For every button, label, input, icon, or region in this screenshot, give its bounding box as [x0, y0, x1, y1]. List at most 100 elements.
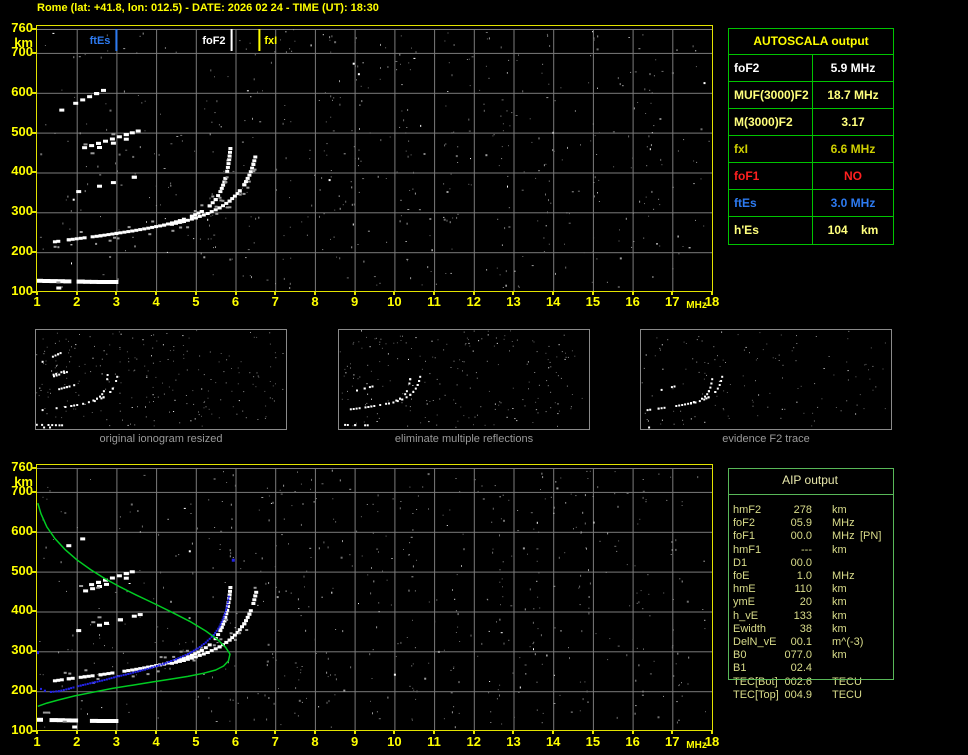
y-axis-tick — [31, 490, 36, 493]
autoscala-param-label: foF2 — [729, 55, 813, 81]
autoscala-row-M(3000)F2: M(3000)F2 3.17 — [729, 109, 893, 136]
autoscala-param-value: 104 km — [827, 223, 879, 237]
x-tick-label: 1 — [33, 734, 41, 749]
aip-row-DelN_vE: DelN_vE 00.1 m^(-3) — [728, 636, 892, 649]
aip-param-note: [PN] — [860, 530, 882, 543]
x-tick-label: 1 — [33, 294, 41, 309]
aip-param-value: 02.4 — [790, 662, 812, 675]
autoscala-param-value: 6.6 MHz — [830, 142, 876, 156]
y-tick-label: 500 — [11, 123, 33, 139]
autoscala-param-label: h'Es — [729, 217, 813, 244]
x-tick-label: 4 — [152, 294, 160, 309]
aip-param-unit: MHz — [832, 530, 855, 543]
marker-foF2-label: foF2 — [202, 35, 226, 47]
aip-param-label: ymE — [733, 596, 755, 609]
x-axis-tick — [671, 731, 674, 734]
aip-table-header: AIP output — [782, 473, 838, 487]
autoscala-row-fxI: fxI 6.6 MHz — [729, 136, 893, 163]
y-axis-tick — [31, 650, 36, 653]
y-axis-tick — [31, 570, 36, 573]
y-axis-tick — [31, 610, 36, 613]
aip-param-value: 1.0 — [796, 570, 812, 582]
y-tick-label: 600 — [11, 83, 33, 99]
x-tick-label: 9 — [351, 294, 359, 309]
x-axis-tick — [313, 731, 316, 734]
x-axis-tick — [313, 292, 316, 295]
aip-param-label: foF1 — [733, 530, 756, 543]
y-tick-label: 400 — [11, 163, 33, 179]
aip-row-D1: D1 00.0 — [728, 557, 892, 570]
autoscala-table-rows: foF2 5.9 MHz MUF(3000)F2 18.7 MHz M(3000)F2 3… — [729, 55, 893, 244]
aip-row-foF1: foF1 00.0 MHz [PN] — [728, 530, 892, 543]
aip-param-unit: m^(-3) — [832, 636, 864, 648]
x-axis-tick — [552, 292, 555, 295]
x-axis-tick — [512, 731, 515, 734]
x-axis-tick — [353, 731, 356, 734]
aip-param-label: h_vE — [733, 609, 759, 622]
autoscala-window: Rome (lat: +41.8, lon: 012.5) - DATE: 20… — [0, 0, 968, 755]
y-axis-unit-label: km — [14, 35, 33, 51]
aip-param-label: D1 — [733, 556, 748, 569]
x-axis-unit-label: MHz — [686, 740, 707, 751]
aip-row-B0: B0 077.0 km — [728, 649, 892, 662]
x-tick-label: 5 — [192, 294, 200, 309]
marker-ftEs-label: ftEs — [89, 35, 111, 47]
aip-param-label: B0 — [733, 649, 747, 662]
aip-row-hmF1: hmF1 --- km — [728, 544, 892, 557]
x-axis-tick — [36, 731, 38, 734]
autoscala-param-label: fxI — [729, 136, 813, 162]
aip-param-label: hmE — [733, 583, 756, 596]
x-axis-tick — [711, 731, 713, 734]
y-tick-label: 600 — [11, 522, 33, 538]
autoscala-param-label: M(3000)F2 — [729, 109, 813, 135]
y-axis-tick — [31, 91, 36, 94]
x-tick-label: 17 — [665, 294, 680, 309]
panel-canvas-1 — [339, 330, 583, 428]
y-tick-label: 300 — [11, 203, 33, 219]
x-tick-label: 10 — [387, 734, 402, 749]
aip-param-unit: TECU — [832, 675, 862, 688]
x-axis-tick — [393, 292, 396, 295]
x-tick-label: 6 — [231, 294, 240, 309]
y-axis-unit-label: km — [14, 474, 33, 490]
x-tick-label: 16 — [625, 294, 640, 309]
x-axis-tick — [512, 292, 515, 295]
x-axis-tick — [433, 731, 436, 734]
y-tick-label: 200 — [11, 243, 33, 259]
autoscala-row-MUF(3000)F2: MUF(3000)F2 18.7 MHz — [729, 82, 893, 109]
x-tick-label: 8 — [311, 294, 319, 309]
x-tick-label: 7 — [271, 734, 279, 749]
aip-param-value: 38 — [799, 622, 812, 635]
aip-param-unit: MHz — [832, 517, 855, 530]
aip-row-TEC[Bot]: TEC[Bot] 002.6 TECU — [728, 676, 892, 689]
x-tick-label: 7 — [271, 294, 279, 309]
aip-param-value: 00.0 — [790, 530, 812, 543]
x-tick-label: 2 — [73, 734, 81, 749]
y-axis-tick — [31, 530, 36, 533]
x-axis-tick — [155, 292, 158, 295]
x-axis-tick — [36, 292, 38, 295]
x-axis-tick — [552, 731, 555, 734]
x-axis-tick — [631, 292, 634, 295]
y-axis-tick — [31, 690, 36, 693]
x-tick-label: 12 — [466, 294, 481, 309]
aip-row-TEC[Top]: TEC[Top] 004.9 TECU — [728, 689, 892, 702]
x-tick-label: 17 — [665, 734, 680, 749]
x-axis-unit-label: MHz — [686, 300, 707, 311]
autoscala-param-value: 5.9 MHz — [830, 61, 876, 75]
x-axis-tick — [234, 731, 237, 734]
x-tick-label: 11 — [427, 294, 441, 309]
autoscala-output-table: AUTOSCALA output foF2 5.9 MHz MUF(3000)F2 1… — [728, 28, 894, 245]
autoscala-table-header: AUTOSCALA output — [729, 29, 893, 55]
aip-param-unit: km — [832, 649, 847, 662]
aip-row-foE: foE 1.0 MHz — [728, 570, 892, 583]
x-tick-label: 10 — [387, 294, 402, 309]
marker-fxI-label: fxI — [264, 35, 278, 47]
y-axis-tick — [31, 251, 36, 254]
x-axis-tick — [194, 731, 197, 734]
x-axis-tick — [274, 731, 277, 734]
aip-param-value: 002.6 — [784, 675, 812, 688]
x-tick-label: 15 — [585, 294, 601, 309]
aip-row-B1: B1 02.4 — [728, 662, 892, 675]
x-axis-tick — [472, 731, 475, 734]
